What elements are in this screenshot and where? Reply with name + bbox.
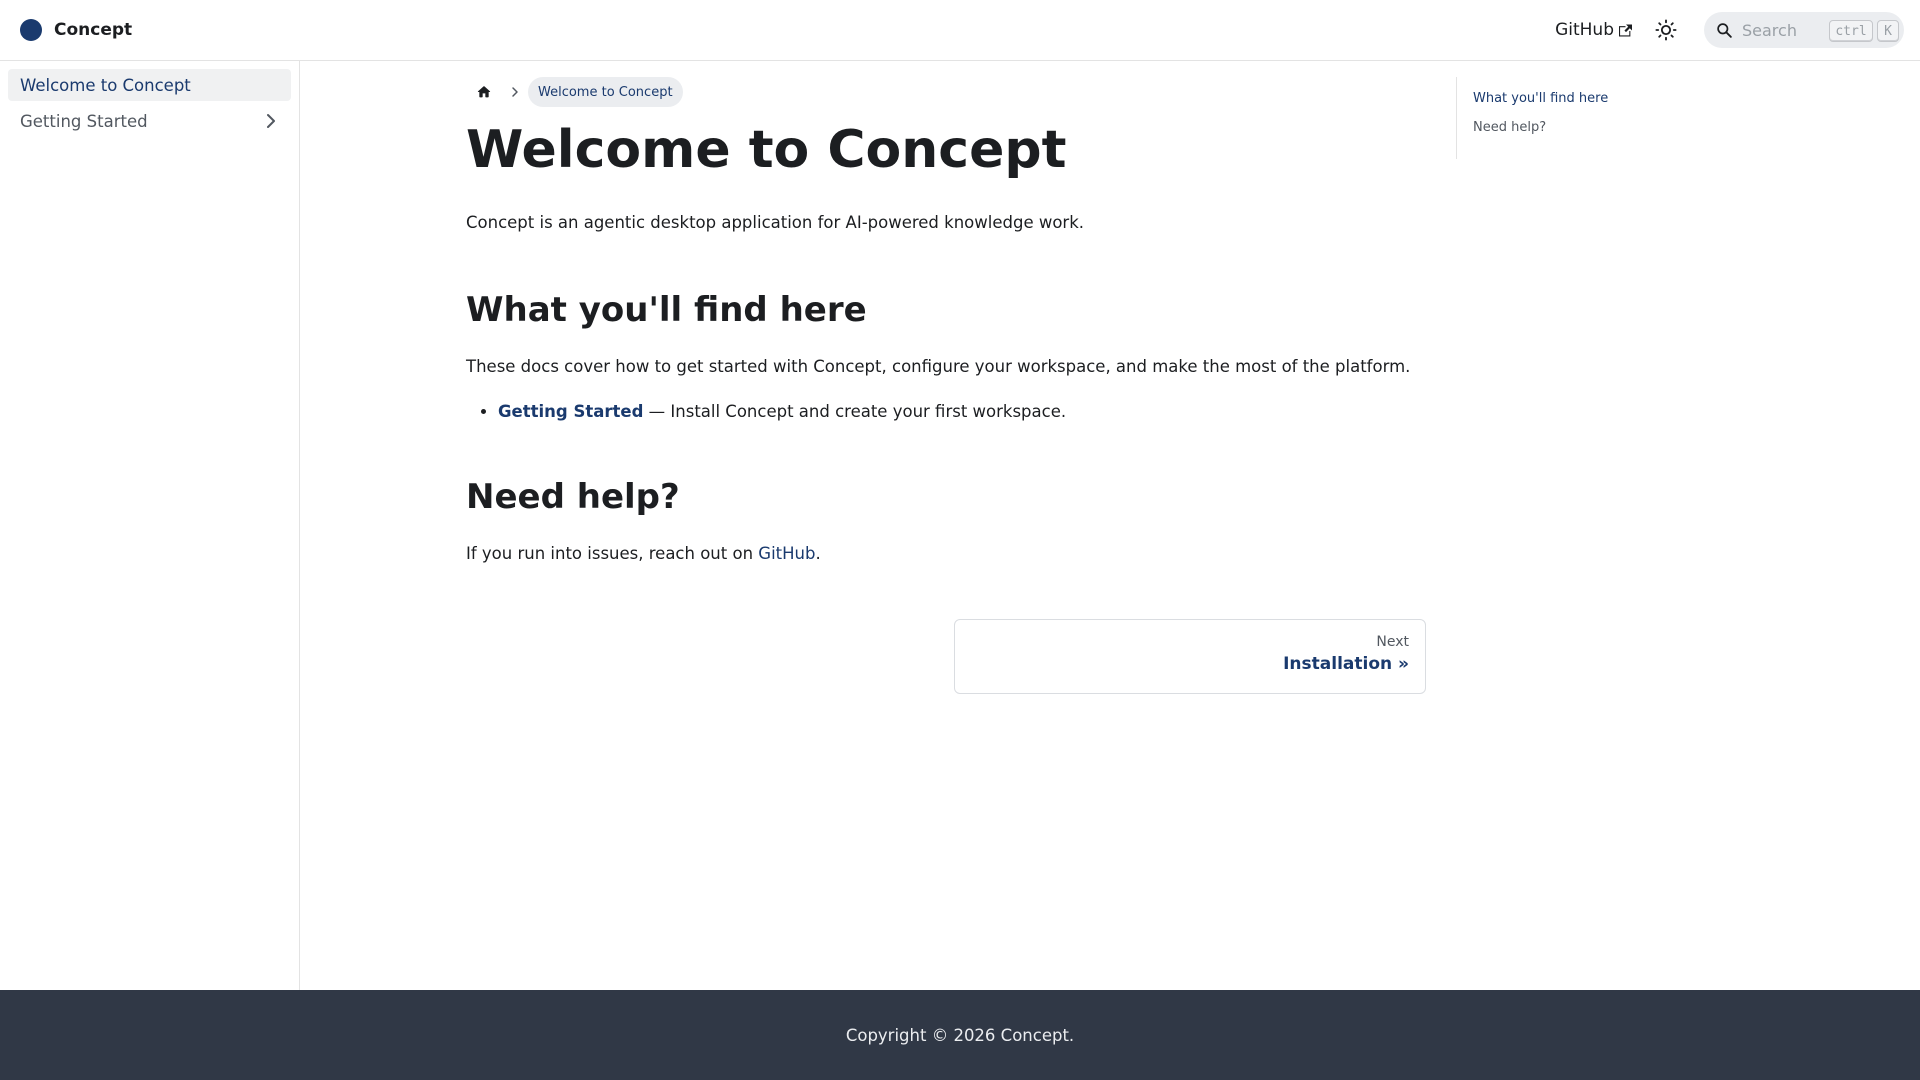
section-heading-find: What you'll find here [466,289,867,330]
chevron-right-icon[interactable] [263,113,279,129]
search-icon [1717,22,1732,38]
toc-item-help[interactable]: Need help? [1473,118,1676,138]
breadcrumb: Welcome to Concept [466,77,1426,107]
sidebar-item-label: Getting Started [20,111,148,131]
navbar: Concept GitHub Search ctrl K [0,0,1920,61]
pagination: Next Installation » [466,619,1426,695]
docs-list: Getting Started — Install Concept and cr… [466,398,1426,425]
kbd-k: K [1877,20,1899,42]
home-icon [477,86,491,98]
toc-item-find[interactable]: What you'll find here [1473,89,1676,109]
brand-link[interactable]: Concept [20,19,132,41]
breadcrumb-current: Welcome to Concept [528,77,683,107]
brand-title: Concept [54,20,133,40]
sidebar-item-getting-started[interactable]: Getting Started [8,105,291,137]
github-link-label: GitHub [1555,20,1614,40]
kbd-ctrl: ctrl [1829,20,1873,42]
getting-started-link[interactable]: Getting Started [498,402,643,421]
section-paragraph-find: These docs cover how to get started with… [466,357,1411,377]
list-item-text: — Install Concept and create your first … [643,402,1067,422]
page-title: Welcome to Concept [466,120,1067,180]
external-link-icon [1619,24,1632,36]
intro-paragraph: Concept is an agentic desktop applicatio… [466,213,1085,233]
sidebar: Welcome to Concept Getting Started [0,61,300,990]
list-item: Getting Started — Install Concept and cr… [498,398,1426,425]
pager-sublabel: Next [1376,634,1409,651]
pager-label: Installation » [1283,654,1409,675]
table-of-contents: What you'll find here Need help? [1456,77,1676,159]
sidebar-item-welcome[interactable]: Welcome to Concept [8,69,291,101]
section-paragraph-help: If you run into issues, reach out on Git… [466,540,1426,567]
search-box[interactable]: ctrl K [1704,12,1904,48]
github-link[interactable]: GitHub [1555,20,1632,40]
github-inline-link[interactable]: GitHub [758,544,815,563]
sidebar-item-label: Welcome to Concept [20,75,191,95]
section-heading-help: Need help? [466,476,680,517]
breadcrumb-home-link[interactable] [466,77,502,107]
search-input[interactable] [1742,20,1822,40]
footer-copyright: Copyright © 2026 Concept. [845,1025,1075,1045]
main-content: Welcome to Concept Welcome to Concept Co… [466,61,1426,695]
sun-icon [1655,19,1677,41]
help-text-prefix: If you run into issues, reach out on [466,544,759,564]
breadcrumb-separator-icon [512,87,518,97]
navbar-right: GitHub ctrl K [1555,0,1904,60]
brand-logo-icon [20,19,42,41]
footer: Copyright © 2026 Concept. [0,990,1920,1080]
theme-toggle-button[interactable] [1648,12,1684,48]
help-text-suffix: . [815,544,821,564]
next-page-button[interactable]: Next Installation » [954,619,1426,695]
